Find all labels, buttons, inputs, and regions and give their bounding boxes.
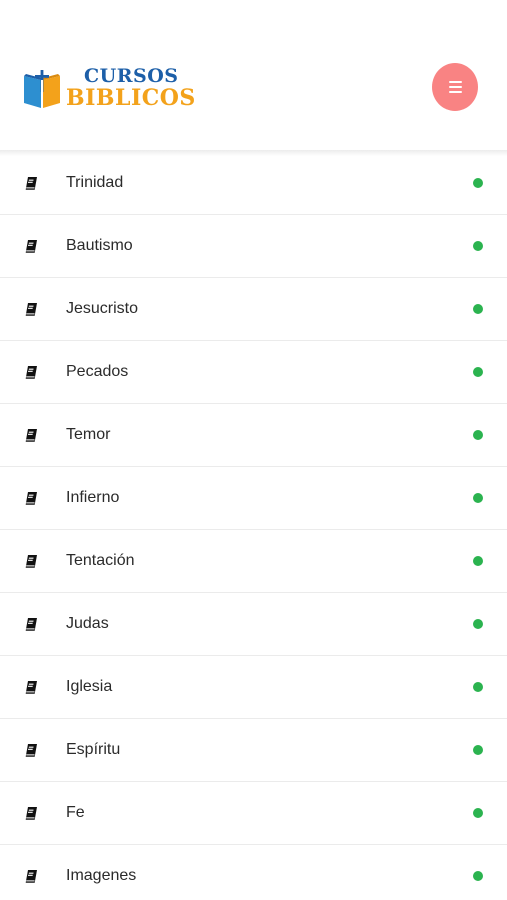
book-icon	[25, 617, 37, 631]
course-label: Infierno	[66, 489, 120, 506]
course-list-item-bautismo[interactable]: Bautismo	[0, 215, 507, 278]
course-list-item-tentación[interactable]: Tentación	[0, 530, 507, 593]
course-label: Temor	[66, 426, 111, 443]
open-bible-cross-icon	[24, 70, 60, 108]
status-dot	[473, 493, 483, 503]
course-label: Imagenes	[66, 867, 137, 884]
menu-button[interactable]	[432, 63, 478, 111]
course-list-item-judas[interactable]: Judas	[0, 593, 507, 656]
course-label: Fe	[66, 804, 85, 821]
book-icon	[25, 176, 37, 190]
book-icon	[25, 239, 37, 253]
course-list-item-infierno[interactable]: Infierno	[0, 467, 507, 530]
course-label: Jesucristo	[66, 300, 139, 317]
status-dot	[473, 556, 483, 566]
book-icon	[25, 365, 37, 379]
status-dot	[473, 304, 483, 314]
course-list-item-fe[interactable]: Fe	[0, 782, 507, 845]
status-dot	[473, 178, 483, 188]
course-label: Trinidad	[66, 174, 124, 191]
course-list-item-jesucristo[interactable]: Jesucristo	[0, 278, 507, 341]
logo-line-biblicos: BIBLICOS	[66, 85, 196, 111]
status-dot	[473, 619, 483, 629]
logo[interactable]: CURSOS BIBLICOS	[22, 66, 196, 110]
book-icon	[25, 680, 37, 694]
course-list-item-imagenes[interactable]: Imagenes	[0, 845, 507, 900]
course-label: Tentación	[66, 552, 135, 569]
status-dot	[473, 367, 483, 377]
course-list-item-trinidad[interactable]: Trinidad	[0, 152, 507, 215]
course-label: Iglesia	[66, 678, 113, 695]
book-icon	[25, 806, 37, 820]
page: CURSOS BIBLICOS Trinidad Bautismo Jesucr…	[0, 0, 507, 900]
course-list-item-temor[interactable]: Temor	[0, 404, 507, 467]
book-icon	[25, 491, 37, 505]
book-icon	[25, 428, 37, 442]
logo-text: CURSOS BIBLICOS	[66, 65, 196, 111]
course-label: Pecados	[66, 363, 129, 380]
book-icon	[25, 743, 37, 757]
book-icon	[25, 869, 37, 883]
course-list: Trinidad Bautismo Jesucristo Pecados Tem…	[0, 152, 507, 900]
course-list-item-espíritu[interactable]: Espíritu	[0, 719, 507, 782]
course-list-item-pecados[interactable]: Pecados	[0, 341, 507, 404]
app-header: CURSOS BIBLICOS	[0, 0, 507, 150]
status-dot	[473, 682, 483, 692]
status-dot	[473, 808, 483, 818]
course-label: Judas	[66, 615, 109, 632]
course-label: Espíritu	[66, 741, 121, 758]
book-icon	[25, 554, 37, 568]
book-icon	[25, 302, 37, 316]
status-dot	[473, 430, 483, 440]
status-dot	[473, 241, 483, 251]
hamburger-icon	[448, 81, 462, 93]
course-label: Bautismo	[66, 237, 133, 254]
status-dot	[473, 871, 483, 881]
logo-line-cursos: CURSOS	[84, 65, 179, 87]
course-list-item-iglesia[interactable]: Iglesia	[0, 656, 507, 719]
status-dot	[473, 745, 483, 755]
